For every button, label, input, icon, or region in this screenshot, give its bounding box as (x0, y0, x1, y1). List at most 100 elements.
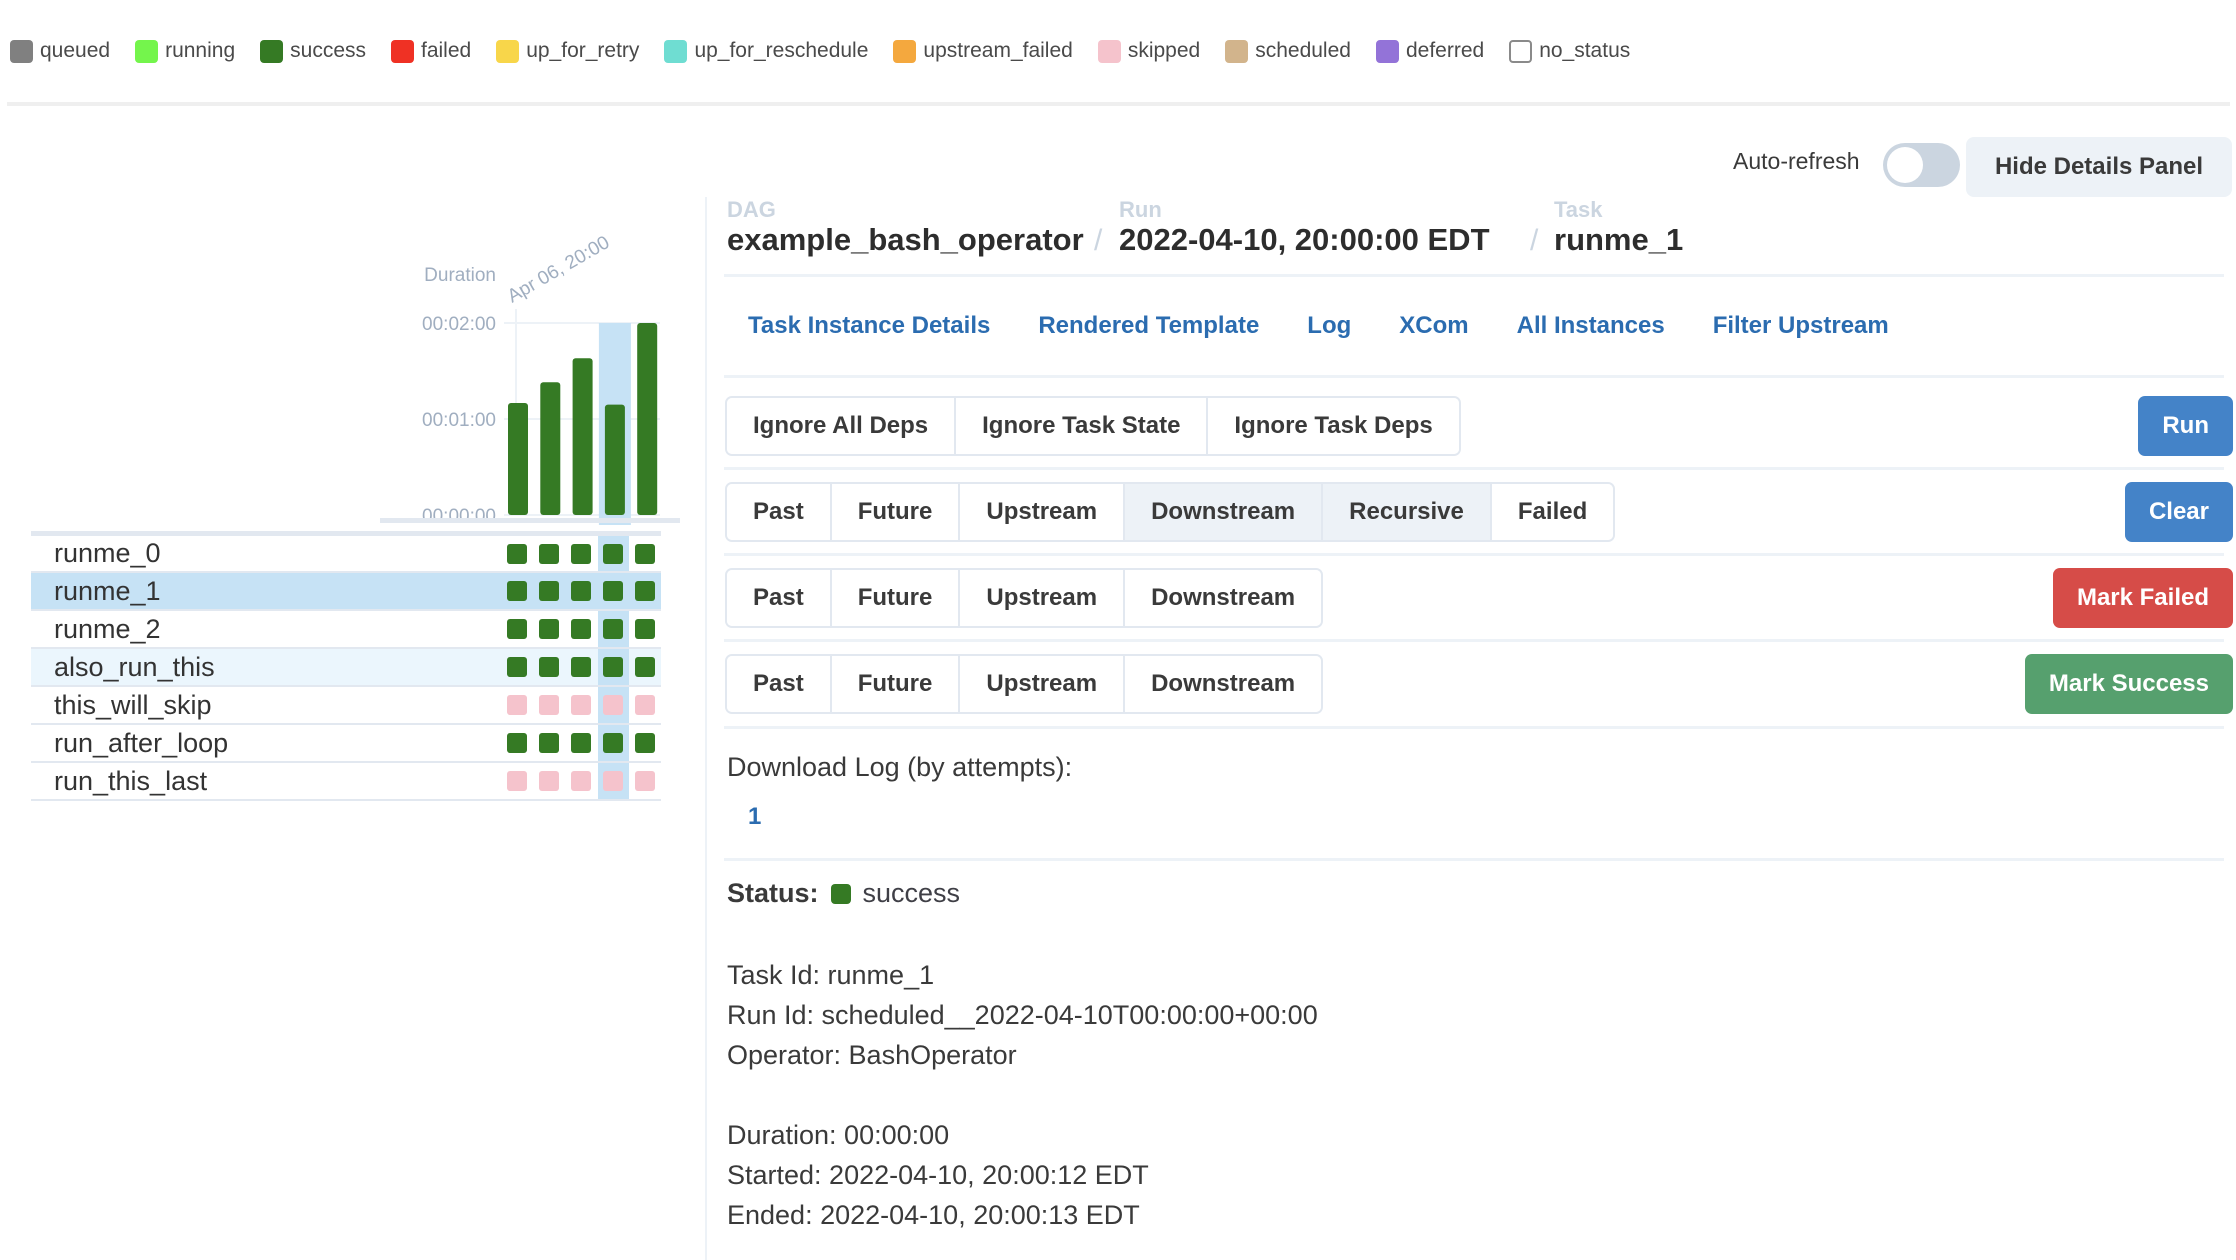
task-instance-success[interactable] (507, 581, 527, 601)
auto-refresh-toggle[interactable] (1883, 143, 1960, 187)
duration-bar[interactable] (572, 358, 593, 515)
task-row-runme-0[interactable]: runme_0 (31, 531, 661, 573)
task-instance-skipped[interactable] (603, 771, 623, 791)
mark-success-option-downstream[interactable]: Downstream (1125, 656, 1322, 712)
clear-option-downstream[interactable]: Downstream (1125, 484, 1324, 540)
task-row-runme-1[interactable]: runme_1 (31, 573, 661, 611)
tab-task-instance-details[interactable]: Task Instance Details (748, 312, 990, 340)
task-name[interactable]: runme_0 (54, 538, 161, 569)
task-row-also-run-this[interactable]: also_run_this (31, 649, 661, 687)
task-row-this-will-skip[interactable]: this_will_skip (31, 687, 661, 725)
clear-button[interactable]: Clear (2124, 482, 2233, 542)
task-instance-skipped[interactable] (635, 695, 655, 715)
task-instance-success[interactable] (571, 581, 591, 601)
task-instance-success[interactable] (603, 619, 623, 639)
task-instance-success[interactable] (635, 619, 655, 639)
breadcrumb-task[interactable]: Task runme_1 (1554, 198, 1683, 258)
breadcrumb-separator: / (1094, 224, 1103, 257)
task-instance-success[interactable] (571, 657, 591, 677)
task-name[interactable]: runme_2 (54, 614, 161, 645)
task-instance-success[interactable] (507, 619, 527, 639)
task-instance-skipped[interactable] (603, 695, 623, 715)
mark-success-option-past[interactable]: Past (727, 656, 832, 712)
task-instance-success[interactable] (507, 733, 527, 753)
mark-failed-options-group: Past Future Upstream Downstream (725, 568, 1324, 628)
task-instance-skipped[interactable] (539, 695, 559, 715)
task-instance-success[interactable] (507, 543, 527, 564)
download-log-label: Download Log (by attempts): (727, 752, 1073, 782)
breadcrumb-dag-value[interactable]: example_bash_operator (727, 222, 1084, 258)
auto-refresh-label: Auto-refresh (1733, 148, 1860, 174)
y-axis-label: Duration (424, 265, 496, 286)
run-button[interactable]: Run (2138, 396, 2233, 456)
task-instance-success[interactable] (539, 581, 559, 601)
task-instance-success[interactable] (635, 657, 655, 677)
task-instance-skipped[interactable] (539, 771, 559, 791)
task-instance-success[interactable] (571, 543, 591, 564)
run-option-ignore-task-state[interactable]: Ignore Task State (956, 398, 1209, 454)
mark-success-button[interactable]: Mark Success (2024, 654, 2233, 714)
breadcrumb-run[interactable]: Run 2022-04-10, 20:00:00 EDT (1119, 198, 1490, 258)
task-instance-success[interactable] (539, 543, 559, 564)
status-label: Status: (727, 878, 819, 908)
task-row-runme-2[interactable]: runme_2 (31, 611, 661, 649)
task-name[interactable]: also_run_this (54, 652, 215, 683)
task-instance-success[interactable] (603, 581, 623, 601)
task-name[interactable]: run_this_last (54, 766, 207, 797)
tab-rendered-template[interactable]: Rendered Template (1038, 312, 1259, 340)
task-instance-skipped[interactable] (507, 771, 527, 791)
tab-log[interactable]: Log (1307, 312, 1351, 340)
task-instance-success[interactable] (539, 619, 559, 639)
mark-failed-option-future[interactable]: Future (831, 570, 961, 626)
duration-bar[interactable] (508, 403, 528, 515)
tab-filter-upstream[interactable]: Filter Upstream (1713, 312, 1889, 340)
duration-bar[interactable] (604, 404, 625, 515)
mark-failed-button[interactable]: Mark Failed (2052, 568, 2233, 628)
task-instance-success[interactable] (635, 733, 655, 753)
mark-failed-option-downstream[interactable]: Downstream (1125, 570, 1322, 626)
task-instance-success[interactable] (571, 733, 591, 753)
ended: Ended: 2022-04-10, 20:00:13 EDT (727, 1200, 1140, 1230)
task-instance-success[interactable] (571, 619, 591, 639)
breadcrumb-dag[interactable]: DAG example_bash_operator (727, 198, 1084, 258)
task-instance-success[interactable] (539, 657, 559, 677)
task-instance-success[interactable] (635, 581, 655, 601)
breadcrumb-task-value[interactable]: runme_1 (1554, 222, 1683, 258)
tab-xcom[interactable]: XCom (1399, 312, 1468, 340)
task-instance-success[interactable] (635, 543, 655, 564)
mark-failed-option-upstream[interactable]: Upstream (960, 570, 1126, 626)
duration-bar[interactable] (540, 382, 561, 515)
tab-all-instances[interactable]: All Instances (1517, 312, 1665, 340)
task-name[interactable]: this_will_skip (54, 690, 212, 721)
task-row-run-after-loop[interactable]: run_after_loop (31, 725, 661, 763)
log-attempt-link[interactable]: 1 (748, 803, 761, 831)
clear-option-future[interactable]: Future (831, 484, 961, 540)
task-instance-success[interactable] (603, 543, 623, 564)
task-instance-skipped[interactable] (571, 771, 591, 791)
task-instance-skipped[interactable] (507, 695, 527, 715)
legend-item: failed (391, 39, 471, 63)
mark-failed-option-past[interactable]: Past (727, 570, 832, 626)
task-name[interactable]: runme_1 (54, 576, 161, 607)
task-instance-success[interactable] (603, 657, 623, 677)
task-instance-success[interactable] (507, 657, 527, 677)
task-instance-skipped[interactable] (635, 771, 655, 791)
task-instance-success[interactable] (539, 733, 559, 753)
hide-details-panel-button[interactable]: Hide Details Panel (1966, 137, 2232, 197)
task-row-run-this-last[interactable]: run_this_last (31, 763, 661, 801)
duration-bar[interactable] (637, 323, 658, 515)
clear-option-upstream[interactable]: Upstream (960, 484, 1126, 540)
task-instance-success[interactable] (603, 733, 623, 753)
run-option-ignore-task-deps[interactable]: Ignore Task Deps (1208, 398, 1459, 454)
clear-option-past[interactable]: Past (727, 484, 832, 540)
mark-success-option-upstream[interactable]: Upstream (960, 656, 1126, 712)
mark-success-option-future[interactable]: Future (831, 656, 961, 712)
breadcrumb-run-value[interactable]: 2022-04-10, 20:00:00 EDT (1119, 222, 1490, 258)
clear-option-failed[interactable]: Failed (1491, 484, 1614, 540)
task-name[interactable]: run_after_loop (54, 728, 228, 759)
task-id: Task Id: runme_1 (727, 960, 935, 990)
panel-divider[interactable] (705, 197, 707, 1260)
task-instance-skipped[interactable] (571, 695, 591, 715)
clear-option-recursive[interactable]: Recursive (1323, 484, 1492, 540)
run-option-ignore-all-deps[interactable]: Ignore All Deps (727, 398, 957, 454)
